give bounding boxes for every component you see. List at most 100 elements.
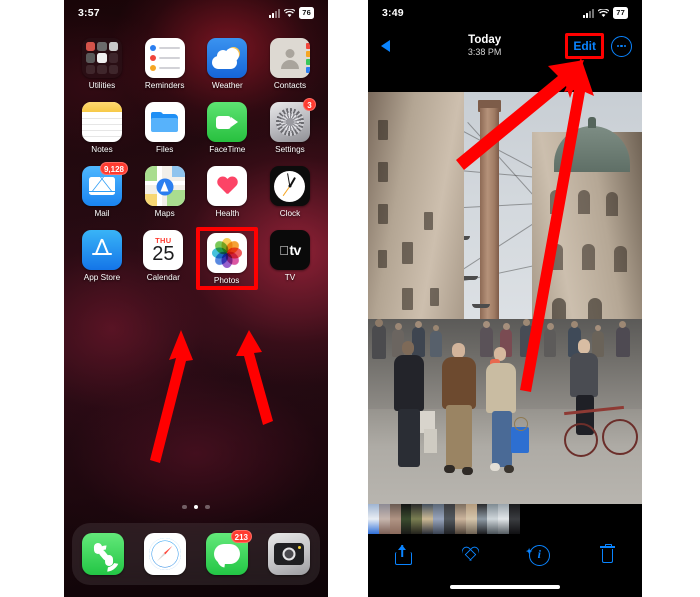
photo-title-block: Today 3:38 PM <box>404 34 565 58</box>
messages-badge: 213 <box>230 530 252 543</box>
photo-viewer-screen: 3:49 77 Today 3:38 PM Edit ✦ i <box>368 0 642 597</box>
app-label: Settings <box>275 145 305 154</box>
edit-highlight-box: Edit <box>565 33 604 59</box>
left-status-bar: 3:57 76 <box>64 0 328 26</box>
dock-app-messages[interactable]: 213 <box>203 530 252 575</box>
page-indicator-dots[interactable] <box>64 504 328 509</box>
apple-logo-icon:  <box>279 243 289 258</box>
app-label: App Store <box>83 273 121 282</box>
tv-app-icon: tv <box>269 230 310 270</box>
back-button[interactable] <box>378 40 404 52</box>
left-phone-home-screen: 3:57 76 Utilities Reminders Weather Cont… <box>64 0 328 597</box>
share-button[interactable] <box>389 542 415 568</box>
app-row-1: Utilities Reminders Weather Contacts <box>74 38 318 90</box>
app-app-store[interactable]: App Store <box>74 230 130 288</box>
info-button[interactable]: ✦ i <box>526 542 552 568</box>
utilities-folder-icon <box>82 38 122 78</box>
more-ellipsis-icon[interactable] <box>611 35 632 57</box>
screenshot-stage: 3:57 76 Utilities Reminders Weather Cont… <box>0 0 700 597</box>
app-label: Utilities <box>88 81 116 90</box>
weather-app-icon <box>207 38 248 78</box>
wifi-icon <box>284 8 296 17</box>
app-label: Contacts <box>273 81 307 90</box>
home-screen-dock: 213 <box>72 523 320 585</box>
app-store-app-icon <box>82 230 122 270</box>
photo-viewer-nav-bar: Today 3:38 PM Edit <box>368 26 642 66</box>
reminders-app-icon <box>144 38 185 78</box>
wifi-icon <box>598 8 610 17</box>
right-status-time: 3:49 <box>382 7 404 19</box>
share-icon <box>394 545 412 565</box>
safari-app-icon <box>144 533 186 575</box>
app-label: Health <box>215 209 240 218</box>
cellular-signal-icon <box>269 8 281 18</box>
camera-app-icon <box>268 533 310 575</box>
info-icon: ✦ i <box>526 545 550 566</box>
app-mail[interactable]: 9,128 Mail <box>74 162 130 218</box>
home-indicator <box>450 585 560 589</box>
app-calendar[interactable]: THU 25 Calendar <box>135 230 191 288</box>
app-utilities[interactable]: Utilities <box>74 38 130 90</box>
app-clock[interactable]: Clock <box>262 166 318 218</box>
app-notes[interactable]: Notes <box>74 102 130 154</box>
facetime-app-icon <box>207 102 248 142</box>
app-label: Calendar <box>146 273 180 282</box>
app-reminders[interactable]: Reminders <box>137 38 193 90</box>
dock-app-camera[interactable] <box>265 533 313 575</box>
photo-date-title: Today <box>468 34 502 46</box>
app-photos[interactable]: Photos <box>195 227 258 290</box>
right-phone-photo-viewer: 3:49 77 Today 3:38 PM Edit ✦ i <box>368 0 642 597</box>
app-label: Maps <box>154 209 175 218</box>
home-screen-app-grid: Utilities Reminders Weather Contacts Not… <box>64 38 328 300</box>
maps-app-icon <box>144 166 185 206</box>
left-status-time: 3:57 <box>78 7 100 19</box>
favorite-button[interactable] <box>458 542 484 568</box>
app-label: Files <box>156 145 174 154</box>
right-status-bar: 3:49 77 <box>368 0 642 26</box>
app-maps[interactable]: Maps <box>137 166 193 218</box>
app-row-4: App Store THU 25 Calendar Photos tv TV <box>74 227 318 290</box>
photo-crowd <box>368 319 642 504</box>
delete-button[interactable] <box>595 542 621 568</box>
clock-app-icon <box>269 166 310 206</box>
notes-app-icon <box>82 102 122 142</box>
app-row-2: Notes Files FaceTime 3 Settings <box>74 98 318 154</box>
photo-time-subtitle: 3:38 PM <box>467 47 502 57</box>
app-weather[interactable]: Weather <box>199 38 255 90</box>
photos-app-icon <box>206 233 247 273</box>
app-contacts[interactable]: Contacts <box>262 38 318 90</box>
files-app-icon <box>144 102 185 142</box>
settings-badge: 3 <box>302 98 316 111</box>
app-health[interactable]: Health <box>199 166 255 218</box>
app-row-3: 9,128 Mail Maps Health Clock <box>74 162 318 218</box>
left-battery-level: 76 <box>299 7 314 19</box>
calendar-date: 25 <box>152 243 175 265</box>
app-label: TV <box>284 273 296 282</box>
app-files[interactable]: Files <box>137 102 193 154</box>
app-label: Notes <box>91 145 113 154</box>
heart-icon <box>462 547 480 563</box>
edit-button[interactable]: Edit <box>573 39 596 53</box>
back-chevron-icon <box>381 40 390 52</box>
trash-icon <box>600 543 616 564</box>
mail-badge: 9,128 <box>99 162 128 175</box>
app-tv[interactable]: tv TV <box>262 230 318 288</box>
photo-image[interactable] <box>368 92 642 504</box>
dock-app-safari[interactable] <box>141 533 189 575</box>
app-settings[interactable]: 3 Settings <box>262 98 318 154</box>
health-app-icon <box>207 166 248 206</box>
cellular-signal-icon <box>583 8 595 18</box>
app-label: Reminders <box>144 81 185 90</box>
app-label: Clock <box>279 209 301 218</box>
right-battery-level: 77 <box>613 7 628 19</box>
dock-app-phone[interactable] <box>79 533 127 575</box>
app-label: Mail <box>94 209 110 218</box>
phone-app-icon <box>82 533 124 575</box>
app-label: FaceTime <box>209 145 246 154</box>
app-facetime[interactable]: FaceTime <box>199 102 255 154</box>
photo-filmstrip[interactable] <box>368 504 520 534</box>
contacts-app-icon <box>269 38 310 78</box>
photo-viewer-toolbar: ✦ i <box>368 535 642 575</box>
app-label: Weather <box>211 81 243 90</box>
calendar-app-icon: THU 25 <box>143 230 184 270</box>
